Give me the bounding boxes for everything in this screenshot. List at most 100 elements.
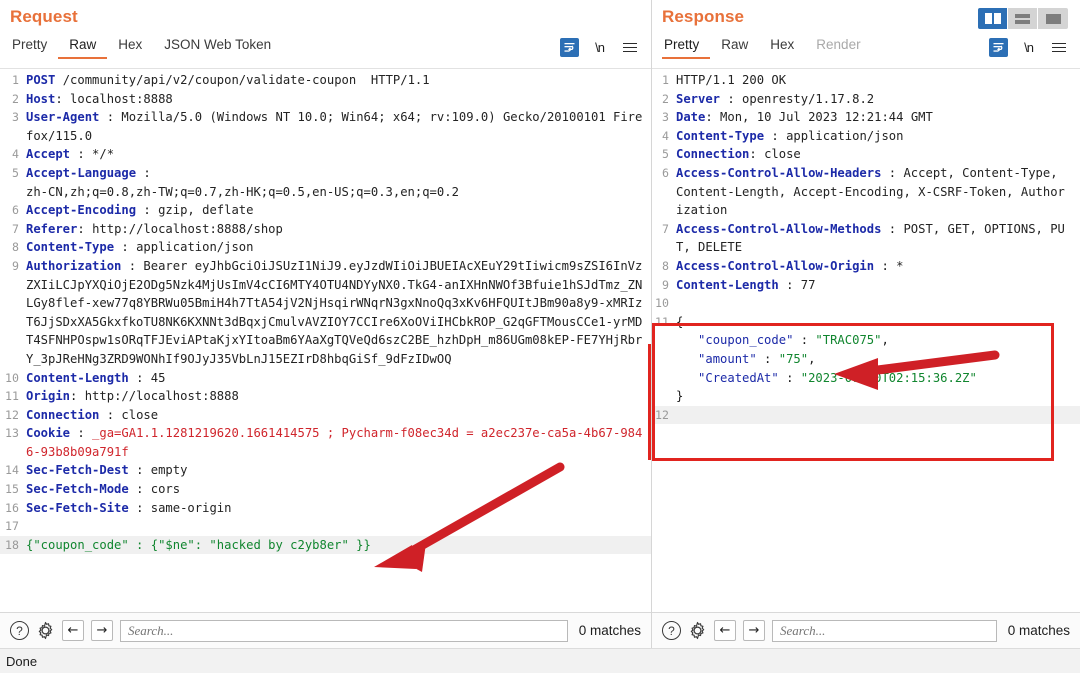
wrap-lines-icon[interactable] bbox=[560, 38, 579, 57]
header-name: Sec-Fetch-Site bbox=[26, 500, 129, 515]
menu-icon[interactable] bbox=[620, 38, 639, 57]
tab-response-render[interactable]: Render bbox=[805, 35, 871, 59]
header-value: Mon, 10 Jul 2023 12:21:44 GMT bbox=[720, 110, 933, 125]
line-number: 5 bbox=[12, 165, 19, 180]
wrap-lines-icon[interactable] bbox=[989, 38, 1008, 57]
search-input[interactable] bbox=[120, 619, 568, 642]
json-key: "coupon_code" bbox=[698, 333, 794, 348]
help-icon[interactable]: ? bbox=[10, 621, 29, 640]
line-text: Content-Length : 45 bbox=[26, 370, 166, 385]
line-text: HTTP/1.1 200 OK bbox=[676, 71, 1080, 90]
line-number: 6 bbox=[662, 165, 669, 180]
help-icon[interactable]: ? bbox=[662, 621, 681, 640]
search-input[interactable] bbox=[772, 619, 997, 642]
line-text: Sec-Fetch-Dest : empty bbox=[26, 463, 188, 478]
code-line: 6 Access-Control-Allow-Headers : Accept,… bbox=[652, 164, 1080, 220]
search-next-button[interactable]: → bbox=[91, 620, 113, 641]
single-pane-icon[interactable] bbox=[1038, 8, 1068, 29]
line-text: Sec-Fetch-Site : same-origin bbox=[26, 500, 232, 515]
header-value: * bbox=[896, 258, 904, 273]
newline-icon[interactable]: \n bbox=[1019, 38, 1038, 57]
menu-icon[interactable] bbox=[1049, 38, 1068, 57]
line-text: User-Agent : Mozilla/5.0 (Windows NT 10.… bbox=[26, 110, 643, 143]
json-value-amount: "75" bbox=[778, 351, 809, 366]
header-name: Authorization bbox=[26, 258, 122, 273]
line-text bbox=[26, 517, 651, 536]
line-text: Accept-Language : zh-CN,zh;q=0.8,zh-TW;q=… bbox=[26, 165, 459, 199]
request-code-area[interactable]: 1 POST /community/api/v2/coupon/validate… bbox=[0, 68, 651, 612]
header-value: application/json bbox=[136, 240, 254, 255]
line-number: 16 bbox=[5, 500, 19, 515]
header-name: Server bbox=[676, 91, 721, 106]
line-text: Authorization : Bearer eyJhbGciOiJSUzI1N… bbox=[26, 258, 643, 366]
line-text: Host: localhost:8888 bbox=[26, 91, 173, 106]
gear-icon[interactable] bbox=[36, 621, 55, 640]
json-key: "CreatedAt" bbox=[698, 370, 779, 385]
gear-icon[interactable] bbox=[688, 621, 707, 640]
newline-icon[interactable]: \n bbox=[590, 38, 609, 57]
code-line: 14 Sec-Fetch-Dest : empty bbox=[0, 461, 651, 480]
response-code-area[interactable]: 1 HTTP/1.1 200 OK 2 Server : openresty/1… bbox=[652, 68, 1080, 612]
request-json-body: {"coupon_code" : {"$ne": "hacked by c2yb… bbox=[26, 537, 371, 552]
line-number: 12 bbox=[5, 407, 19, 422]
header-value: localhost:8888 bbox=[70, 91, 173, 106]
tab-request-json-web-token[interactable]: JSON Web Token bbox=[153, 35, 282, 59]
search-prev-button[interactable]: ← bbox=[62, 620, 84, 641]
line-number: 3 bbox=[12, 110, 19, 125]
header-name: Sec-Fetch-Dest bbox=[26, 463, 129, 478]
code-line: 15 Sec-Fetch-Mode : cors bbox=[0, 480, 651, 499]
search-next-button[interactable]: → bbox=[743, 620, 765, 641]
json-value-coupon-code: "TRAC075" bbox=[815, 333, 882, 348]
line-text: POST /community/api/v2/coupon/validate-c… bbox=[26, 71, 651, 90]
line-number: 10 bbox=[655, 296, 669, 311]
header-name: Access-Control-Allow-Headers bbox=[676, 165, 882, 180]
header-name: Accept-Encoding bbox=[26, 203, 137, 218]
json-separator: : bbox=[756, 351, 779, 366]
line-number: 11 bbox=[655, 314, 669, 329]
request-tab-tools: \n bbox=[560, 38, 639, 57]
layout-toggle-group bbox=[978, 8, 1068, 29]
header-value: http://localhost:8888/shop bbox=[92, 221, 283, 236]
code-line: 3 Date: Mon, 10 Jul 2023 12:21:44 GMT bbox=[652, 108, 1080, 127]
line-number: 12 bbox=[655, 407, 669, 422]
header-name: Cookie bbox=[26, 426, 71, 441]
line-number: 7 bbox=[12, 221, 19, 236]
line-text: Content-Type : application/json bbox=[676, 128, 904, 143]
tab-request-raw[interactable]: Raw bbox=[58, 35, 108, 59]
header-name: Accept-Language bbox=[26, 165, 137, 180]
header-value: 45 bbox=[150, 370, 166, 385]
code-line: 2 Server : openresty/1.17.8.2 bbox=[652, 90, 1080, 109]
line-number: 11 bbox=[5, 389, 19, 404]
tab-response-hex[interactable]: Hex bbox=[759, 35, 805, 59]
header-value: http://localhost:8888 bbox=[84, 389, 239, 404]
line-number: 4 bbox=[12, 147, 19, 162]
code-line-blank: 10 bbox=[652, 294, 1080, 313]
split-vertical-icon[interactable] bbox=[978, 8, 1008, 29]
cookie-value: _ga=GA1.1.1281219620.1661414575 ; Pychar… bbox=[26, 426, 643, 459]
line-number: 10 bbox=[5, 370, 19, 385]
code-line: 5 Accept-Language : zh-CN,zh;q=0.8,zh-TW;… bbox=[0, 164, 651, 201]
code-line: 4 Content-Type : application/json bbox=[652, 127, 1080, 146]
header-name: Content-Length bbox=[676, 277, 779, 292]
line-text: Content-Type : application/json bbox=[26, 240, 254, 255]
json-value-created-at: "2023-07-10T02:15:36.2Z" bbox=[800, 370, 977, 385]
line-number: 13 bbox=[5, 426, 19, 441]
tab-request-hex[interactable]: Hex bbox=[107, 35, 153, 59]
header-value: zh-CN,zh;q=0.8,zh-TW;q=0.7,zh-HK;q=0.5,e… bbox=[26, 184, 459, 199]
json-comma: , bbox=[808, 351, 816, 366]
request-code: 1 POST /community/api/v2/coupon/validate… bbox=[0, 69, 651, 555]
header-name: Origin bbox=[26, 389, 71, 404]
json-field-amount: "amount" : "75", bbox=[652, 350, 1080, 369]
tab-request-pretty[interactable]: Pretty bbox=[10, 35, 58, 59]
status-bar: Done bbox=[0, 648, 1080, 673]
request-method: POST bbox=[26, 73, 56, 87]
header-value: openresty/1.17.8.2 bbox=[742, 91, 875, 106]
line-text bbox=[676, 294, 1080, 313]
search-prev-button[interactable]: ← bbox=[714, 620, 736, 641]
header-value: empty bbox=[150, 463, 188, 478]
line-number: 2 bbox=[12, 91, 19, 106]
tab-response-raw[interactable]: Raw bbox=[710, 35, 759, 59]
response-code: 1 HTTP/1.1 200 OK 2 Server : openresty/1… bbox=[652, 69, 1080, 425]
tab-response-pretty[interactable]: Pretty bbox=[662, 35, 711, 59]
split-horizontal-icon[interactable] bbox=[1008, 8, 1038, 29]
